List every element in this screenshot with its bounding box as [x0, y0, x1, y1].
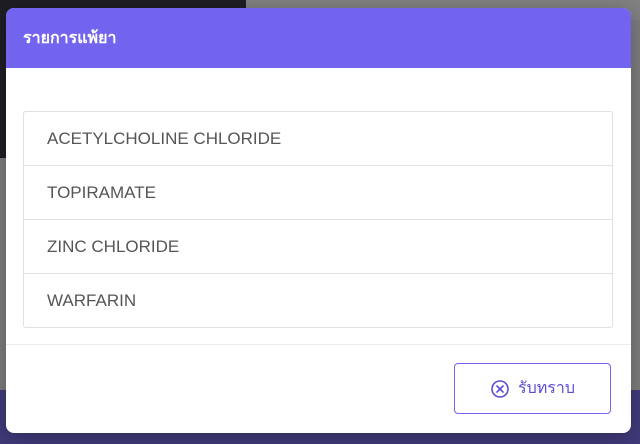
allergy-list-item: ACETYLCHOLINE CHLORIDE [24, 112, 612, 166]
modal-footer: รับทราบ [6, 344, 631, 433]
allergy-list-item: ZINC CHLORIDE [24, 220, 612, 274]
modal-title: รายการแพ้ยา [23, 29, 117, 47]
close-circle-icon [490, 379, 510, 399]
drug-allergy-modal: รายการแพ้ยา ACETYLCHOLINE CHLORIDE TOPIR… [6, 8, 631, 433]
acknowledge-button[interactable]: รับทราบ [454, 363, 611, 414]
modal-body: ACETYLCHOLINE CHLORIDE TOPIRAMATE ZINC C… [6, 68, 631, 344]
acknowledge-button-label: รับทราบ [517, 380, 576, 397]
allergy-list: ACETYLCHOLINE CHLORIDE TOPIRAMATE ZINC C… [23, 111, 613, 328]
modal-header: รายการแพ้ยา [6, 8, 631, 68]
allergy-list-item: WARFARIN [47, 290, 137, 310]
allergy-list-item: TOPIRAMATE [24, 166, 612, 220]
